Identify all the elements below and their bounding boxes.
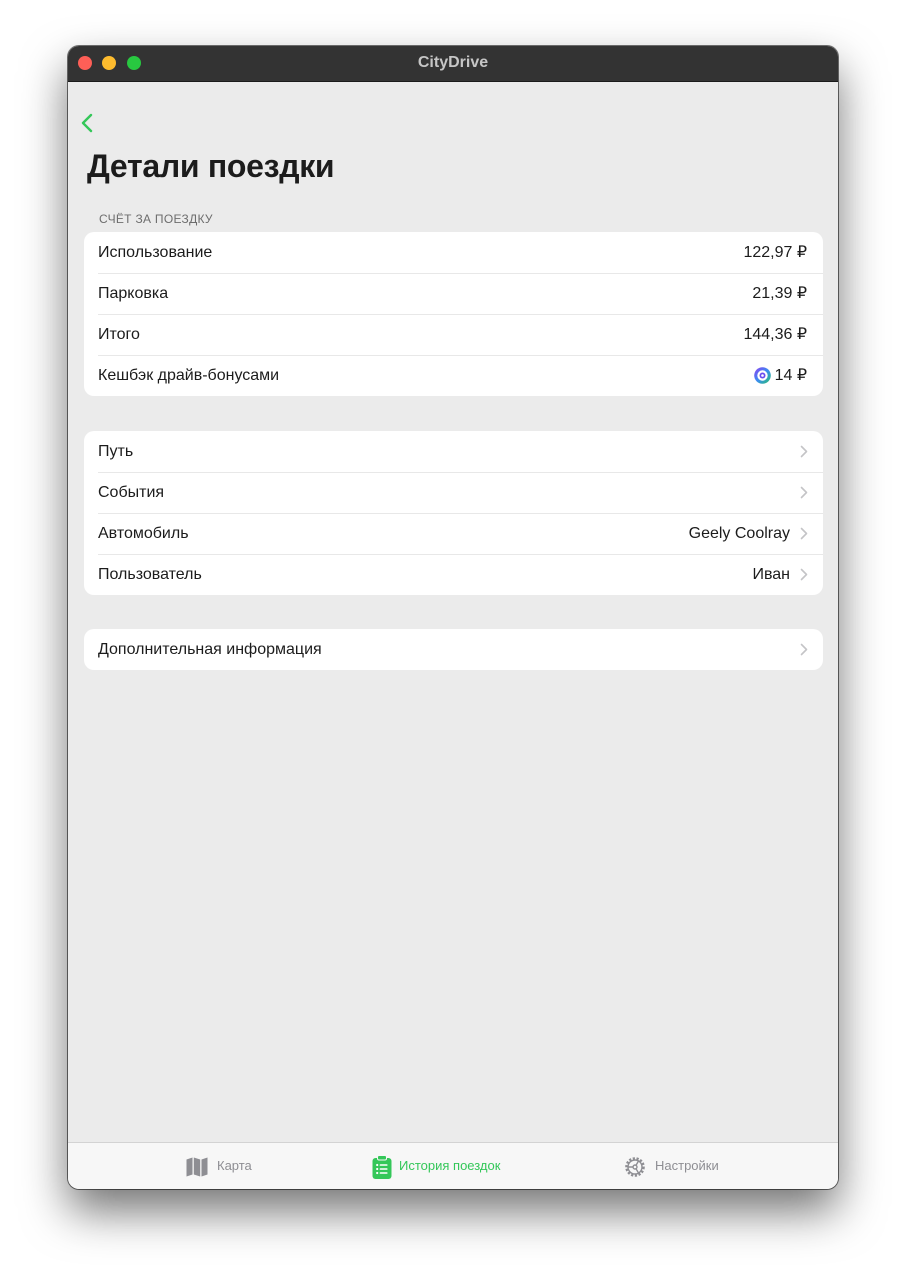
app-window: CityDrive Детали поездки СЧЁТ ЗА ПОЕЗДКУ…	[68, 46, 838, 1189]
bill-section-header: СЧЁТ ЗА ПОЕЗДКУ	[99, 212, 213, 226]
row-label: Пользователь	[98, 566, 202, 583]
row-label: Путь	[98, 443, 134, 460]
row-value: 21,39 ₽	[752, 285, 807, 302]
row-label: События	[98, 484, 165, 501]
tab-settings[interactable]: Настройки	[623, 1143, 733, 1189]
row-label: Использование	[98, 244, 213, 261]
row-value: 14 ₽	[774, 367, 807, 384]
bill-row-cashback: Кешбэк драйв-бонусами 14 ₽	[84, 355, 823, 396]
details-row-route[interactable]: Путь	[84, 431, 823, 472]
chevron-right-icon	[800, 643, 808, 656]
row-label: Дополнительная информация	[98, 641, 322, 658]
clipboard-list-icon	[372, 1155, 392, 1179]
tab-label: Настройки	[655, 1158, 719, 1173]
window-title: CityDrive	[417, 54, 489, 71]
row-value: 122,97 ₽	[743, 244, 807, 261]
row-label: Итого	[98, 326, 140, 343]
back-button[interactable]	[78, 111, 98, 135]
tab-trip-history[interactable]: История поездок	[370, 1143, 520, 1189]
tab-map[interactable]: Карта	[185, 1143, 275, 1189]
row-value: 144,36 ₽	[743, 326, 807, 343]
drive-bonus-icon	[754, 367, 771, 384]
row-label: Парковка	[98, 285, 169, 302]
bill-row-usage: Использование 122,97 ₽	[84, 232, 823, 273]
details-row-car[interactable]: Автомобиль Geely Coolray	[84, 513, 823, 554]
row-label: Кешбэк драйв-бонусами	[98, 367, 280, 384]
map-icon	[186, 1157, 208, 1177]
chevron-right-icon	[800, 486, 808, 499]
chevron-right-icon	[800, 527, 808, 540]
details-row-user[interactable]: Пользователь Иван	[84, 554, 823, 595]
row-value: Иван	[752, 566, 790, 583]
extra-row-additional-info[interactable]: Дополнительная информация	[84, 629, 823, 670]
extra-card: Дополнительная информация	[84, 629, 823, 670]
tab-bar: Карта История поездок Настройки	[68, 1142, 838, 1189]
title-bar: CityDrive	[68, 46, 838, 82]
gear-steering-icon	[625, 1157, 645, 1177]
chevron-right-icon	[800, 568, 808, 581]
row-label: Автомобиль	[98, 525, 189, 542]
bill-row-total: Итого 144,36 ₽	[84, 314, 823, 355]
bill-row-parking: Парковка 21,39 ₽	[84, 273, 823, 314]
details-card: Путь События Автомобиль Geely Coolray По…	[84, 431, 823, 595]
page-title: Детали поездки	[87, 148, 335, 184]
tab-label: История поездок	[399, 1158, 501, 1173]
row-value: Geely Coolray	[688, 525, 790, 542]
bill-card: Использование 122,97 ₽ Парковка 21,39 ₽ …	[84, 232, 823, 396]
details-row-events[interactable]: События	[84, 472, 823, 513]
chevron-right-icon	[800, 445, 808, 458]
tab-label: Карта	[217, 1158, 252, 1173]
chevron-left-icon	[81, 113, 93, 133]
